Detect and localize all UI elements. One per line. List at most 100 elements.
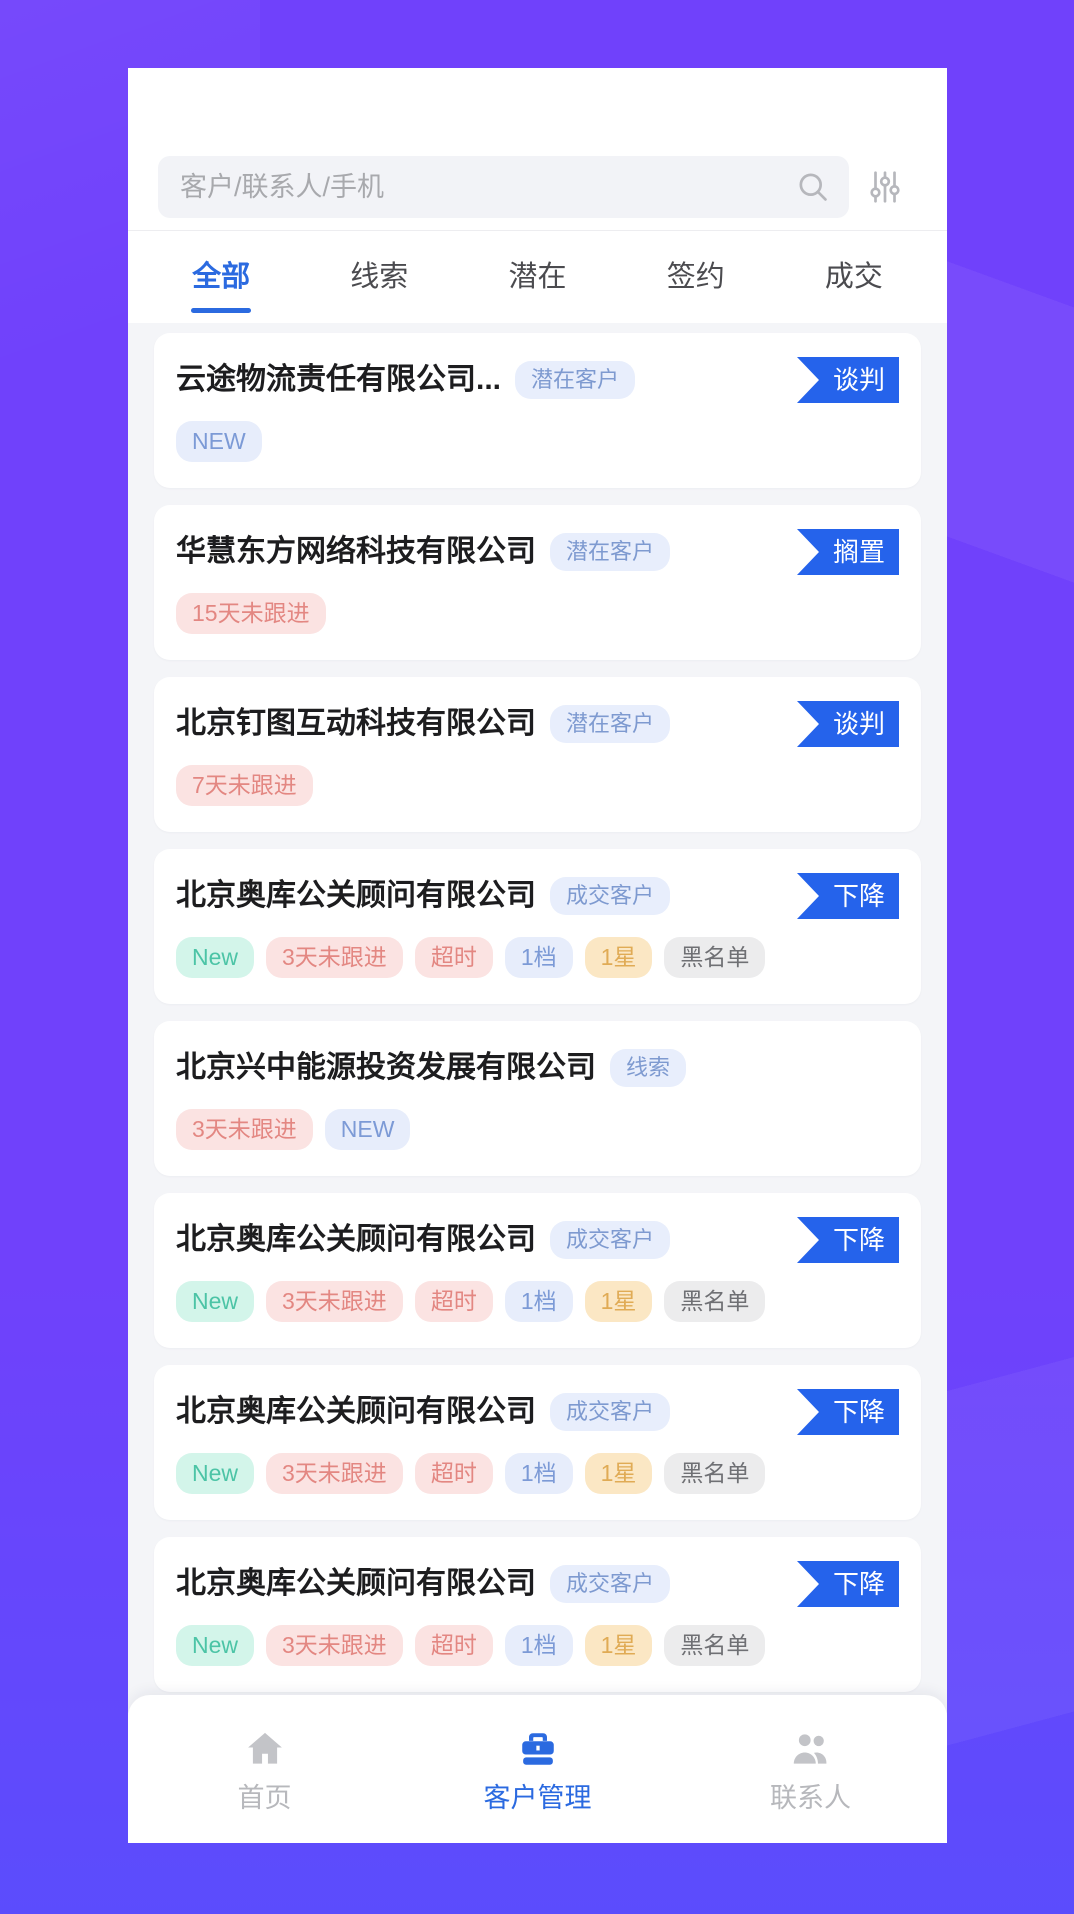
customer-tag: New [176, 1453, 255, 1494]
customer-card[interactable]: 北京奥库公关顾问有限公司 成交客户 下降 New 3天未跟进 超时 1档 1星 黑名单 [154, 1537, 921, 1692]
search-icon[interactable] [795, 169, 831, 205]
tag-row: 3天未跟进 NEW [176, 1109, 899, 1150]
bottom-navigation: 首页 客户管理 联系人 [128, 1695, 947, 1843]
tag-row: New 3天未跟进 超时 1档 1星 黑名单 [176, 1625, 899, 1666]
customer-tag: New [176, 1281, 255, 1322]
customer-type-badge: 成交客户 [550, 1565, 671, 1603]
customer-tag: NEW [324, 1109, 411, 1150]
customer-card[interactable]: 华慧东方网络科技有限公司 潜在客户 搁置 15天未跟进 [154, 505, 921, 660]
category-tabs: 全部 线索 潜在 签约 成交 [128, 231, 947, 323]
card-header: 华慧东方网络科技有限公司 潜在客户 搁置 [176, 529, 899, 575]
nav-item-1[interactable]: 客户管理 [401, 1727, 674, 1812]
customer-tag: 黑名单 [664, 1625, 766, 1666]
customer-card[interactable]: 北京奥库公关顾问有限公司 成交客户 下降 New 3天未跟进 超时 1档 1星 黑名单 [154, 849, 921, 1004]
customer-name: 北京兴中能源投资发展有限公司 [176, 1050, 596, 1084]
people-icon [793, 1733, 826, 1764]
customer-tag: NEW [176, 421, 262, 462]
customer-name: 北京奥库公关顾问有限公司 [176, 1394, 536, 1428]
customer-tag: 7天未跟进 [176, 765, 313, 806]
customer-card[interactable]: 北京钉图互动科技有限公司 潜在客户 谈判 7天未跟进 [154, 677, 921, 832]
customer-tag: 超时 [414, 937, 493, 978]
customer-tag: 3天未跟进 [266, 937, 403, 978]
customer-tag: New [176, 937, 255, 978]
status-flag: 下降 [796, 1389, 899, 1435]
customer-name: 北京钉图互动科技有限公司 [176, 706, 536, 740]
customer-tag: 超时 [414, 1281, 493, 1322]
status-flag: 下降 [796, 1217, 899, 1263]
card-header: 北京奥库公关顾问有限公司 成交客户 下降 [176, 873, 899, 919]
customer-tag: New [176, 1625, 255, 1666]
customer-tag: 黑名单 [664, 937, 766, 978]
customer-name: 华慧东方网络科技有限公司 [176, 534, 536, 568]
tag-row: New 3天未跟进 超时 1档 1星 黑名单 [176, 1453, 899, 1494]
customer-name: 北京奥库公关顾问有限公司 [176, 1222, 536, 1256]
customer-type-badge: 成交客户 [550, 877, 671, 915]
tab-label: 成交 [824, 260, 883, 293]
card-header: 北京奥库公关顾问有限公司 成交客户 下降 [176, 1389, 899, 1435]
customer-type-badge: 潜在客户 [550, 533, 671, 571]
filter-sliders-icon [870, 171, 900, 203]
tag-row: NEW [176, 421, 899, 462]
status-flag: 谈判 [796, 701, 899, 747]
tab-active-underline [191, 308, 252, 313]
customer-tag: 1档 [504, 1281, 573, 1322]
tab-1[interactable]: 线索 [300, 231, 458, 323]
status-flag: 下降 [796, 1561, 899, 1607]
tag-row: 15天未跟进 [176, 593, 899, 634]
search-bar [128, 144, 947, 230]
customer-tag: 15天未跟进 [176, 593, 326, 634]
search-box[interactable] [158, 156, 849, 218]
phone-frame: 全部线索潜在签约成交 云途物流责任有限公司...潜在客户谈判NEW华慧东方网络科… [128, 68, 947, 1843]
customer-type-badge: 成交客户 [550, 1393, 671, 1431]
nav-item-2[interactable]: 联系人 [674, 1727, 947, 1812]
home-icon [247, 1732, 282, 1764]
customer-name: 北京奥库公关顾问有限公司 [176, 1566, 536, 1600]
filter-button[interactable] [849, 156, 921, 218]
card-header: 北京奥库公关顾问有限公司 成交客户 下降 [176, 1561, 899, 1607]
tab-3[interactable]: 签约 [617, 231, 775, 323]
customer-tag: 黑名单 [664, 1281, 766, 1322]
customer-card[interactable]: 北京奥库公关顾问有限公司 成交客户 下降 New 3天未跟进 超时 1档 1星 黑名单 [154, 1365, 921, 1520]
nav-label: 首页 [237, 1782, 292, 1813]
customer-card[interactable]: 北京奥库公关顾问有限公司 成交客户 下降 New 3天未跟进 超时 1档 1星 黑名单 [154, 1193, 921, 1348]
customer-name: 北京奥库公关顾问有限公司 [176, 878, 536, 912]
customer-tag: 超时 [414, 1453, 493, 1494]
status-flag: 搁置 [796, 529, 899, 575]
customer-tag: 1星 [584, 1281, 653, 1322]
status-flag: 下降 [796, 873, 899, 919]
customer-tag: 1星 [584, 1453, 653, 1494]
customer-tag: 3天未跟进 [266, 1281, 403, 1322]
customer-type-badge: 线索 [610, 1049, 687, 1087]
customer-tag: 3天未跟进 [176, 1109, 313, 1150]
customer-tag: 超时 [414, 1625, 493, 1666]
card-header: 云途物流责任有限公司... 潜在客户 谈判 [176, 357, 899, 403]
tag-row: New 3天未跟进 超时 1档 1星 黑名单 [176, 1281, 899, 1322]
customer-tag: 1星 [584, 937, 653, 978]
tab-2[interactable]: 潜在 [458, 231, 616, 323]
customer-type-badge: 成交客户 [550, 1221, 671, 1259]
customer-type-badge: 潜在客户 [550, 705, 671, 743]
tab-label: 签约 [666, 260, 725, 293]
tab-0[interactable]: 全部 [142, 231, 300, 323]
nav-label: 客户管理 [483, 1782, 592, 1813]
customer-tag: 黑名单 [664, 1453, 766, 1494]
search-input[interactable] [180, 171, 795, 203]
customer-type-badge: 潜在客户 [515, 361, 636, 399]
card-header: 北京钉图互动科技有限公司 潜在客户 谈判 [176, 701, 899, 747]
customer-tag: 1档 [504, 1625, 573, 1666]
tab-4[interactable]: 成交 [775, 231, 933, 323]
customer-tag: 1星 [584, 1625, 653, 1666]
customer-list[interactable]: 云途物流责任有限公司... 潜在客户 谈判 NEW 华慧东方网络科技有限公司 潜在客户 搁置… [128, 323, 947, 1713]
status-flag: 谈判 [796, 357, 899, 403]
card-header: 北京兴中能源投资发展有限公司 线索 [176, 1045, 899, 1091]
tab-label: 潜在 [508, 260, 567, 293]
customer-tag: 1档 [504, 937, 573, 978]
tag-row: 7天未跟进 [176, 765, 899, 806]
nav-item-0[interactable]: 首页 [128, 1727, 401, 1812]
customer-card[interactable]: 北京兴中能源投资发展有限公司 线索 3天未跟进 NEW [154, 1021, 921, 1176]
customer-card[interactable]: 云途物流责任有限公司... 潜在客户 谈判 NEW [154, 333, 921, 488]
status-bar-spacer [128, 68, 947, 144]
customer-tag: 3天未跟进 [266, 1625, 403, 1666]
tab-label: 线索 [350, 260, 409, 293]
nav-label: 联系人 [770, 1782, 851, 1813]
